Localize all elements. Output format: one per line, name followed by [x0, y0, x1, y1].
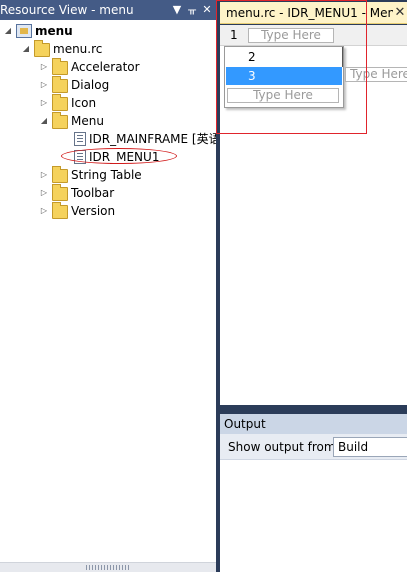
close-panel-icon[interactable]: ✕	[200, 0, 214, 20]
tree-folder-label: Accelerator	[71, 60, 140, 74]
panel-dropdown-icon[interactable]: ▼	[170, 0, 184, 20]
tree-folder-label: Dialog	[71, 78, 110, 92]
resource-view-title-bar: Resource View - menu ▼ ᚂ ✕	[0, 0, 216, 20]
folder-icon	[34, 40, 50, 57]
horizontal-scrollbar[interactable]	[0, 562, 216, 572]
project-icon	[16, 24, 32, 38]
tree-root-menu[interactable]: ◢ menu	[2, 22, 73, 40]
tree-folder-icon[interactable]: ▷ Icon	[38, 94, 96, 112]
pin-icon[interactable]: ᚂ	[185, 0, 199, 20]
annotation-rectangle	[216, 0, 367, 134]
menu-resource-icon	[74, 132, 86, 146]
tree-folder-accelerator[interactable]: ▷ Accelerator	[38, 58, 140, 76]
tree-folder-label: Menu	[71, 114, 104, 128]
folder-icon	[52, 58, 68, 75]
tree-folder-menu[interactable]: ◢ Menu	[38, 112, 104, 130]
annotation-ellipse	[61, 148, 177, 164]
collapse-arrow-icon[interactable]: ◢	[20, 40, 32, 58]
tree-node-rc-file[interactable]: ◢ menu.rc	[20, 40, 102, 58]
output-title: Output	[224, 417, 266, 431]
tree-item-idr-mainframe[interactable]: IDR_MAINFRAME [英语	[60, 130, 216, 148]
folder-icon	[52, 94, 68, 111]
collapse-arrow-icon[interactable]: ◢	[2, 22, 14, 40]
expand-arrow-icon[interactable]: ▷	[38, 184, 50, 202]
tree-folder-label: Icon	[71, 96, 97, 110]
resource-view-title: Resource View - menu	[0, 3, 134, 17]
expand-arrow-icon[interactable]: ▷	[38, 94, 50, 112]
output-toolbar: Show output from: Build	[220, 434, 407, 460]
scrollbar-grip[interactable]	[86, 565, 130, 570]
tree-folder-label: Toolbar	[71, 186, 115, 200]
expand-arrow-icon[interactable]: ▷	[38, 76, 50, 94]
tree-item-label: IDR_MAINFRAME [英语	[89, 132, 216, 146]
tree-root-label: menu	[35, 24, 73, 38]
close-tab-icon[interactable]: ✕	[393, 2, 407, 23]
expand-arrow-icon[interactable]: ▷	[38, 202, 50, 220]
output-panel: Output Show output from: Build	[220, 414, 407, 572]
resource-tree: ◢ menu ◢ menu.rc ▷ Accelerator ▷ Dialog ▷ Ico…	[0, 20, 216, 562]
tree-folder-toolbar[interactable]: ▷ Toolbar	[38, 184, 114, 202]
show-output-from-label: Show output from:	[228, 440, 340, 454]
folder-icon	[52, 166, 68, 183]
output-source-select[interactable]: Build	[333, 437, 407, 457]
folder-icon	[52, 112, 68, 129]
tree-folder-label: Version	[71, 204, 116, 218]
tree-folder-label: String Table	[71, 168, 142, 182]
folder-icon	[52, 184, 68, 201]
folder-icon	[52, 202, 68, 219]
expand-arrow-icon[interactable]: ▷	[38, 166, 50, 184]
collapse-arrow-icon[interactable]: ◢	[38, 112, 50, 130]
tree-folder-string-table[interactable]: ▷ String Table	[38, 166, 142, 184]
resource-view-panel: Resource View - menu ▼ ᚂ ✕ ◢ menu ◢ menu.r…	[0, 0, 216, 572]
expand-arrow-icon[interactable]: ▷	[38, 58, 50, 76]
tree-rc-label: menu.rc	[53, 42, 103, 56]
tree-folder-dialog[interactable]: ▷ Dialog	[38, 76, 109, 94]
folder-icon	[52, 76, 68, 93]
output-title-bar: Output	[220, 414, 407, 434]
tree-folder-version[interactable]: ▷ Version	[38, 202, 115, 220]
output-text-area[interactable]	[220, 461, 407, 572]
